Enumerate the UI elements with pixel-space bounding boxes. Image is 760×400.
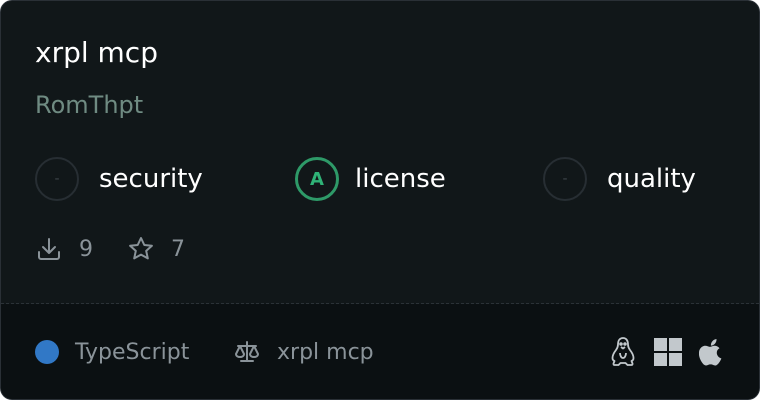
linux-icon	[611, 337, 635, 366]
security-grade-badge: -	[35, 157, 79, 201]
stars-count: 7	[171, 236, 185, 262]
stats-row: 9 7	[35, 233, 219, 265]
downloads-stat: 9	[35, 235, 93, 263]
windows-icon	[654, 338, 682, 366]
apple-icon	[699, 339, 722, 366]
license-score: A license	[295, 155, 446, 203]
license-label: license	[355, 164, 446, 194]
license-info: xrpl mcp	[233, 338, 374, 366]
download-icon	[38, 238, 60, 260]
license-grade-badge: A	[295, 157, 339, 201]
language-color-dot	[35, 340, 59, 364]
card-footer: TypeScript xrpl mcp	[1, 304, 759, 399]
scale-icon	[235, 341, 259, 362]
card-header: xrpl mcp RomThpt - security A license - …	[1, 1, 759, 303]
server-author[interactable]: RomThpt	[35, 89, 143, 121]
star-icon	[129, 237, 153, 260]
license-name: xrpl mcp	[277, 339, 374, 365]
language-info: TypeScript	[35, 338, 189, 366]
security-label: security	[99, 164, 203, 194]
quality-label: quality	[607, 164, 696, 194]
platform-icons	[593, 334, 725, 370]
quality-grade-badge: -	[543, 157, 587, 201]
server-title[interactable]: xrpl mcp	[35, 35, 158, 71]
server-card[interactable]: xrpl mcp RomThpt - security A license - …	[0, 0, 760, 400]
quality-score: - quality	[543, 155, 696, 203]
downloads-count: 9	[79, 236, 93, 262]
security-score: - security	[35, 155, 203, 203]
language-name: TypeScript	[75, 339, 190, 365]
stars-stat: 7	[127, 235, 185, 263]
